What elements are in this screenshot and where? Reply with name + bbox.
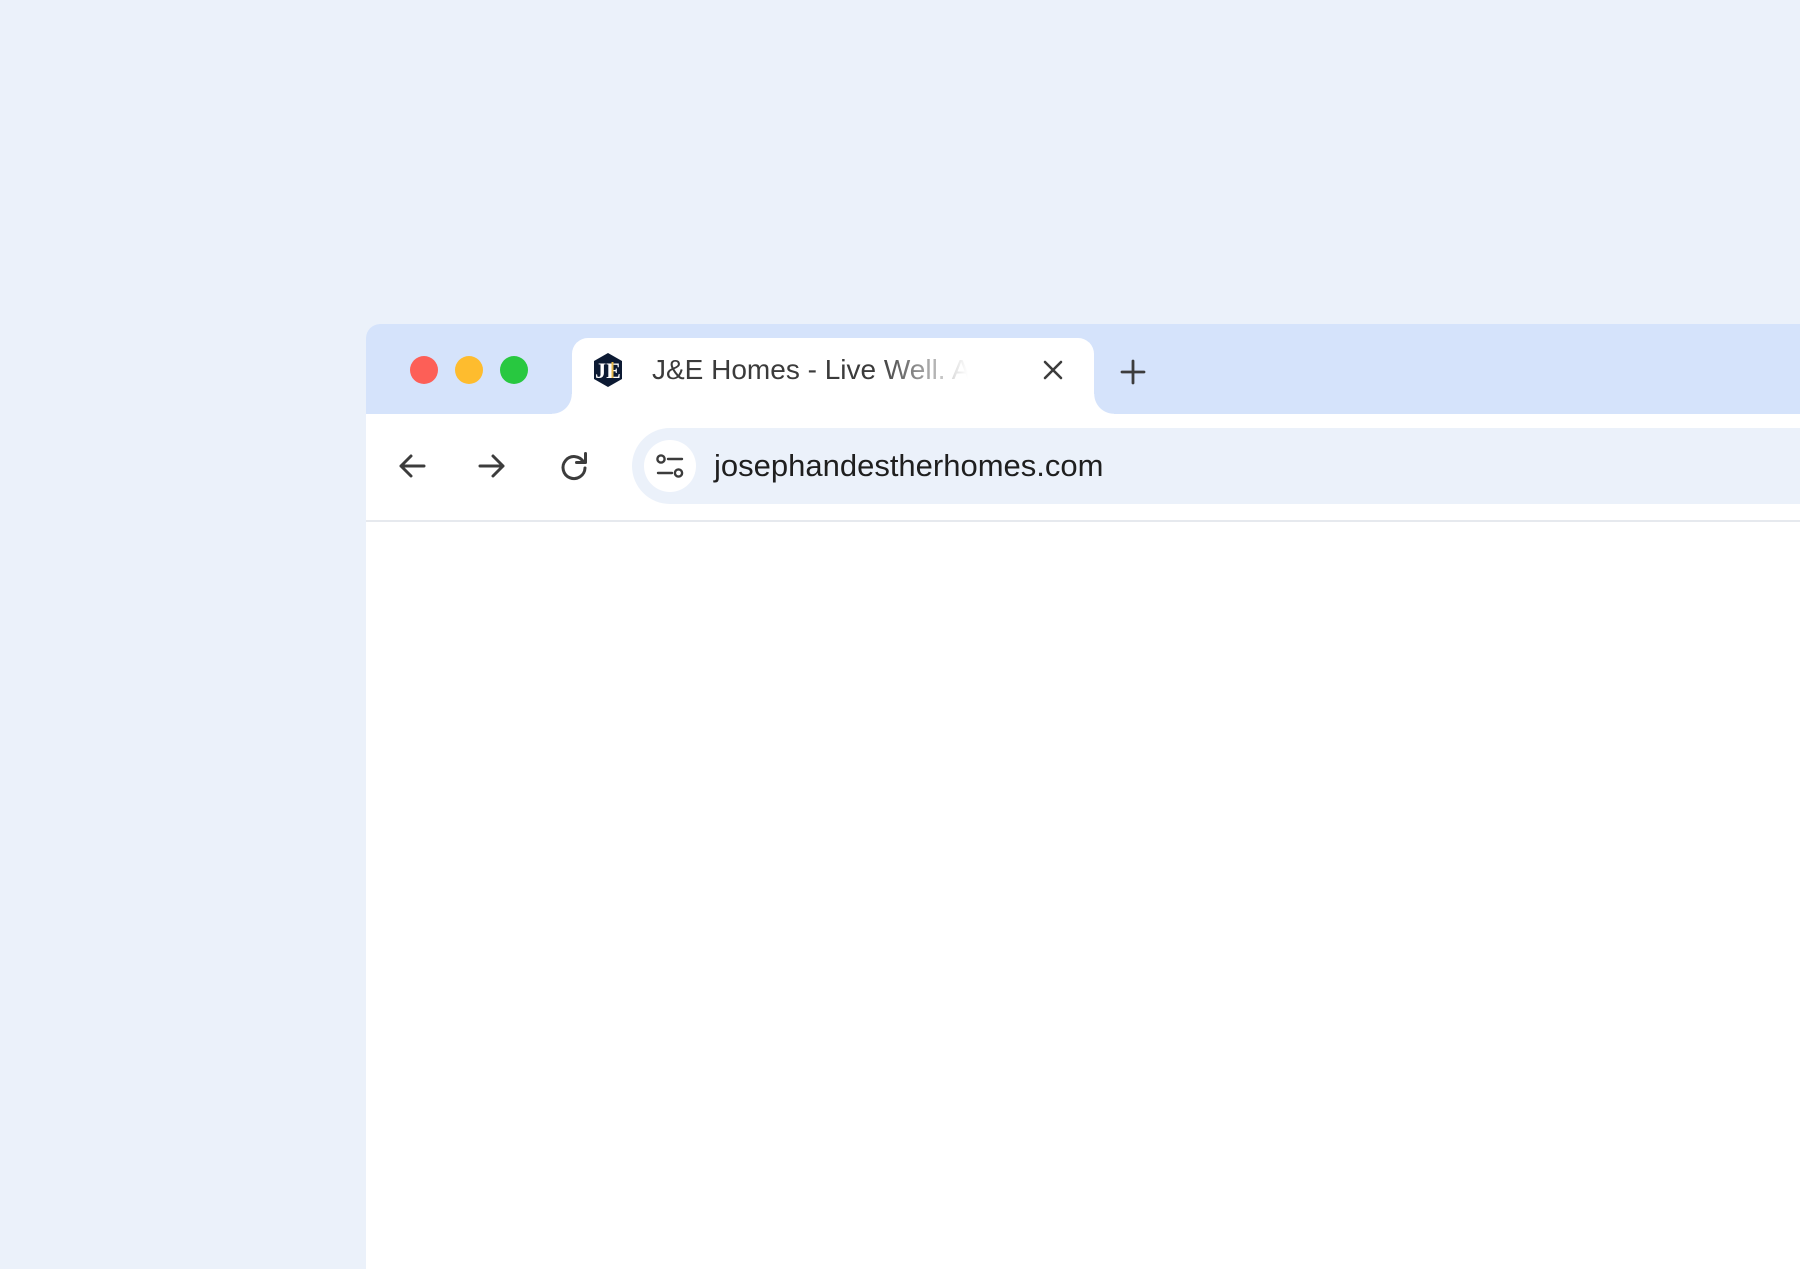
svg-text:JE: JE [595,358,621,383]
tune-icon [655,452,685,480]
window-zoom-button[interactable] [500,356,528,384]
toolbar: josephandestherhomes.com [366,414,1800,522]
site-info-button[interactable] [644,440,696,492]
close-icon[interactable] [1038,355,1068,385]
arrow-right-icon [476,450,508,482]
new-tab-button[interactable] [1116,355,1150,389]
back-button[interactable] [392,446,432,486]
address-bar[interactable]: josephandestherhomes.com [632,428,1800,504]
tab-title: J&E Homes - Live Well. Ag [652,354,968,385]
arrow-left-icon [396,450,428,482]
reload-icon [558,450,590,482]
je-homes-logo-icon: JE [592,352,624,388]
reload-button[interactable] [554,446,594,486]
page-content [366,522,1800,1269]
forward-button[interactable] [472,446,512,486]
url-text[interactable]: josephandestherhomes.com [714,428,1103,504]
window-close-button[interactable] [410,356,438,384]
tab-strip: JE J&E Homes - Live Well. Ag [366,324,1800,414]
window-minimize-button[interactable] [455,356,483,384]
browser-window: JE J&E Homes - Live Well. Ag josephandes… [366,324,1800,1269]
tab-active[interactable]: JE J&E Homes - Live Well. Ag [552,338,1114,414]
plus-icon [1120,359,1146,385]
